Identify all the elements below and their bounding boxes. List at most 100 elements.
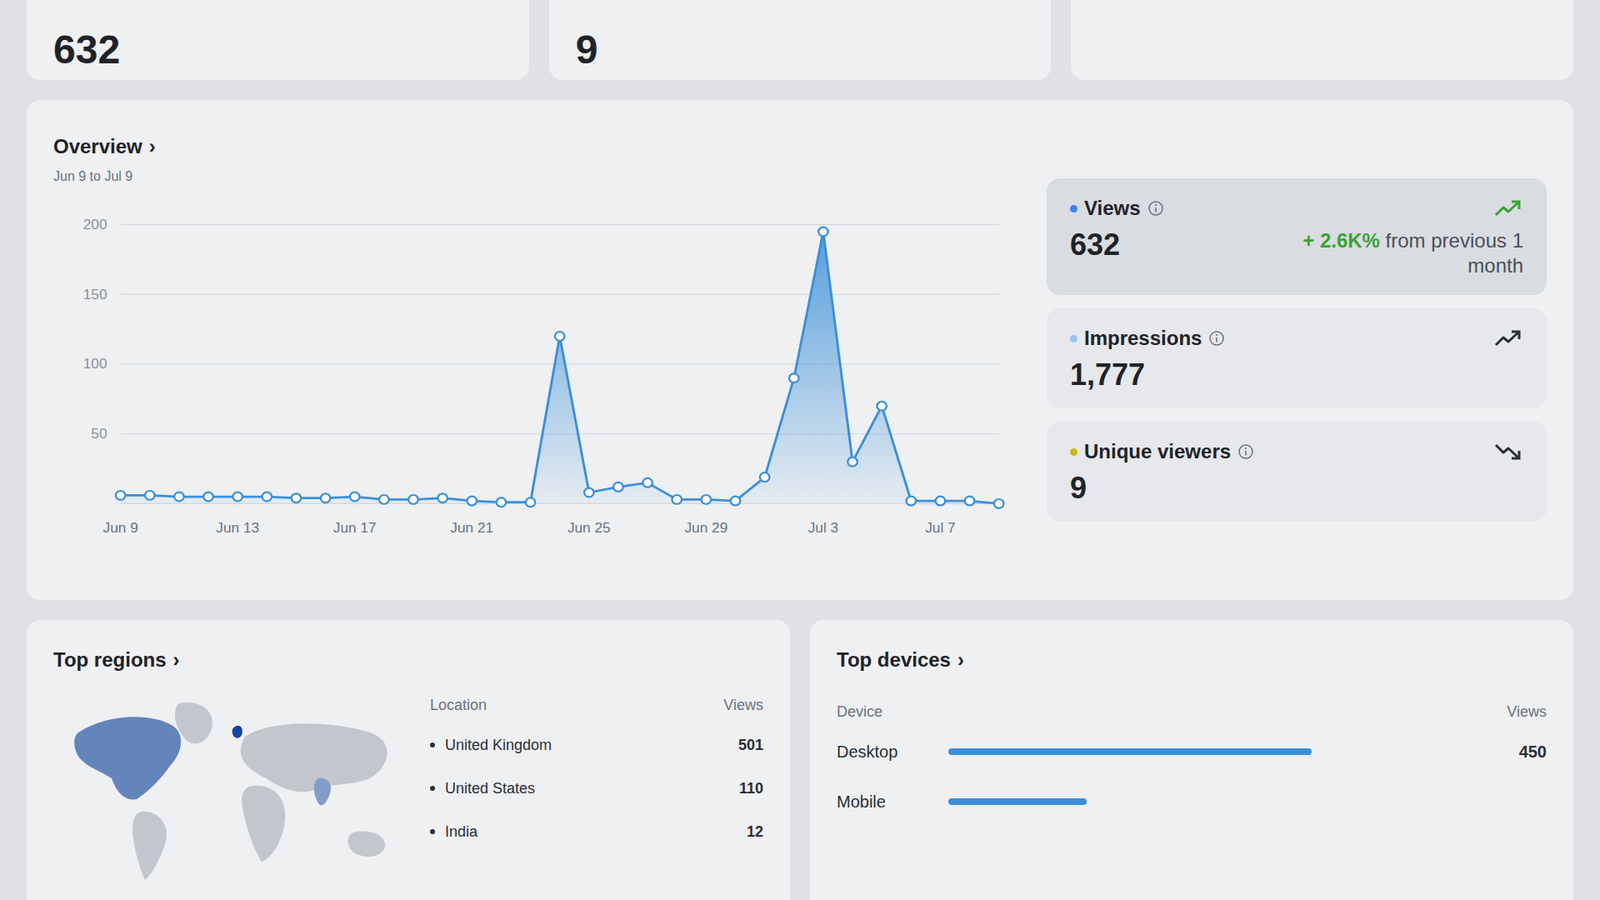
- data-point[interactable]: [291, 493, 302, 503]
- data-point[interactable]: [145, 490, 155, 500]
- x-tick: Jul 3: [808, 520, 839, 535]
- australia-shape: [347, 831, 385, 857]
- data-point[interactable]: [437, 493, 448, 503]
- y-tick: 50: [90, 426, 107, 442]
- data-point[interactable]: [203, 492, 214, 502]
- bullet-dot: [430, 742, 435, 748]
- data-point[interactable]: [701, 495, 712, 505]
- data-point[interactable]: [818, 227, 829, 237]
- overview-title[interactable]: Overview: [53, 133, 143, 160]
- grid-line: [120, 224, 1000, 225]
- column-header: Location: [430, 693, 487, 717]
- region-row[interactable]: India12: [430, 810, 764, 854]
- info-icon[interactable]: [1208, 330, 1225, 347]
- series-dot: [1070, 335, 1078, 343]
- region-name: India: [445, 820, 478, 844]
- date-range: Jun 9 to Jul 9: [53, 166, 1014, 187]
- summary-card: 9: [549, 0, 1052, 80]
- column-header: Views: [723, 693, 764, 717]
- device-bar-track: [948, 748, 1460, 755]
- stat-change: + 2.6K% from previous 1 month: [1273, 228, 1524, 279]
- x-tick: Jun 13: [215, 520, 260, 535]
- data-point[interactable]: [525, 497, 536, 507]
- data-point[interactable]: [496, 497, 507, 507]
- stat-value: 1,777: [1070, 358, 1145, 392]
- data-point[interactable]: [115, 490, 126, 500]
- eurasia-shape: [240, 723, 388, 792]
- south-america-shape: [132, 811, 167, 880]
- data-point[interactable]: [174, 492, 185, 502]
- devices-title[interactable]: Top devices: [836, 646, 951, 674]
- data-point[interactable]: [379, 495, 390, 505]
- stat-card[interactable]: Impressions1,777: [1046, 308, 1547, 409]
- x-tick: Jun 21: [450, 520, 494, 535]
- column-header: Views: [1506, 700, 1547, 724]
- data-point[interactable]: [232, 492, 243, 502]
- stat-value: 9: [1070, 471, 1087, 505]
- data-point[interactable]: [789, 373, 800, 383]
- data-point[interactable]: [555, 331, 565, 341]
- region-shape[interactable]: [314, 778, 331, 806]
- data-point[interactable]: [671, 495, 682, 505]
- device-bar-track: [948, 798, 1460, 805]
- series-dot: [1070, 205, 1078, 213]
- data-point[interactable]: [730, 496, 741, 506]
- data-point[interactable]: [613, 482, 624, 492]
- data-point[interactable]: [467, 496, 478, 506]
- trend-down-icon: [1493, 441, 1524, 462]
- data-point[interactable]: [584, 488, 595, 498]
- device-row[interactable]: Desktop450: [836, 730, 1547, 774]
- data-point[interactable]: [965, 496, 975, 506]
- region-views: 110: [739, 776, 764, 800]
- data-point[interactable]: [262, 492, 273, 502]
- device-row[interactable]: Mobile: [836, 780, 1547, 824]
- overview-chevron[interactable]: ›: [149, 133, 156, 160]
- stat-value: 632: [1070, 228, 1120, 262]
- regions-title[interactable]: Top regions: [53, 646, 167, 674]
- region-name: United Kingdom: [445, 733, 552, 757]
- data-point[interactable]: [935, 496, 946, 506]
- stat-card[interactable]: Unique viewers9: [1046, 421, 1547, 522]
- region-shape[interactable]: [74, 716, 181, 800]
- region-row[interactable]: United States110: [430, 766, 764, 810]
- trend-up-icon: [1493, 198, 1524, 219]
- device-name: Mobile: [836, 790, 929, 814]
- data-point[interactable]: [642, 478, 653, 488]
- column-header: Device: [836, 700, 883, 724]
- trend-up-icon: [1493, 328, 1524, 349]
- summary-value: 9: [575, 30, 599, 70]
- data-point[interactable]: [906, 496, 917, 506]
- region-shape[interactable]: [232, 725, 243, 739]
- bullet-dot: [430, 785, 435, 791]
- change-note: from previous 1 month: [1385, 229, 1524, 277]
- y-tick: 100: [83, 356, 108, 372]
- device-views: 450: [1480, 740, 1547, 764]
- device-bar-fill: [948, 798, 1087, 805]
- series-dot: [1070, 448, 1078, 456]
- info-icon[interactable]: [1147, 200, 1165, 217]
- devices-chevron[interactable]: ›: [957, 646, 965, 674]
- area-fill: [120, 231, 1000, 504]
- y-tick: 200: [83, 216, 108, 232]
- grid-line: [120, 294, 1000, 295]
- data-point[interactable]: [760, 472, 770, 482]
- summary-card: [1070, 0, 1574, 80]
- data-point[interactable]: [350, 492, 360, 502]
- stat-card[interactable]: Views632+ 2.6K% from previous 1 month: [1046, 178, 1547, 295]
- devices-card: Top devices › Device Views Desktop450 Mob…: [810, 620, 1574, 900]
- regions-chevron[interactable]: ›: [173, 646, 180, 674]
- views-chart: 20015010050Jun 9Jun 13Jun 17Jun 21Jun 25…: [53, 206, 1014, 567]
- regions-card: Top regions › Location Views United King…: [26, 620, 790, 900]
- data-point[interactable]: [320, 493, 331, 503]
- x-tick: Jun 9: [103, 520, 139, 535]
- data-point[interactable]: [408, 495, 419, 505]
- data-point[interactable]: [847, 457, 858, 467]
- data-point[interactable]: [994, 499, 1005, 509]
- region-views: 501: [738, 733, 764, 757]
- bullet-dot: [430, 829, 435, 835]
- africa-shape: [241, 785, 285, 862]
- summary-value: 632: [53, 30, 120, 70]
- info-icon[interactable]: [1237, 443, 1255, 460]
- data-point[interactable]: [876, 401, 887, 411]
- region-row[interactable]: United Kingdom 501: [430, 723, 764, 767]
